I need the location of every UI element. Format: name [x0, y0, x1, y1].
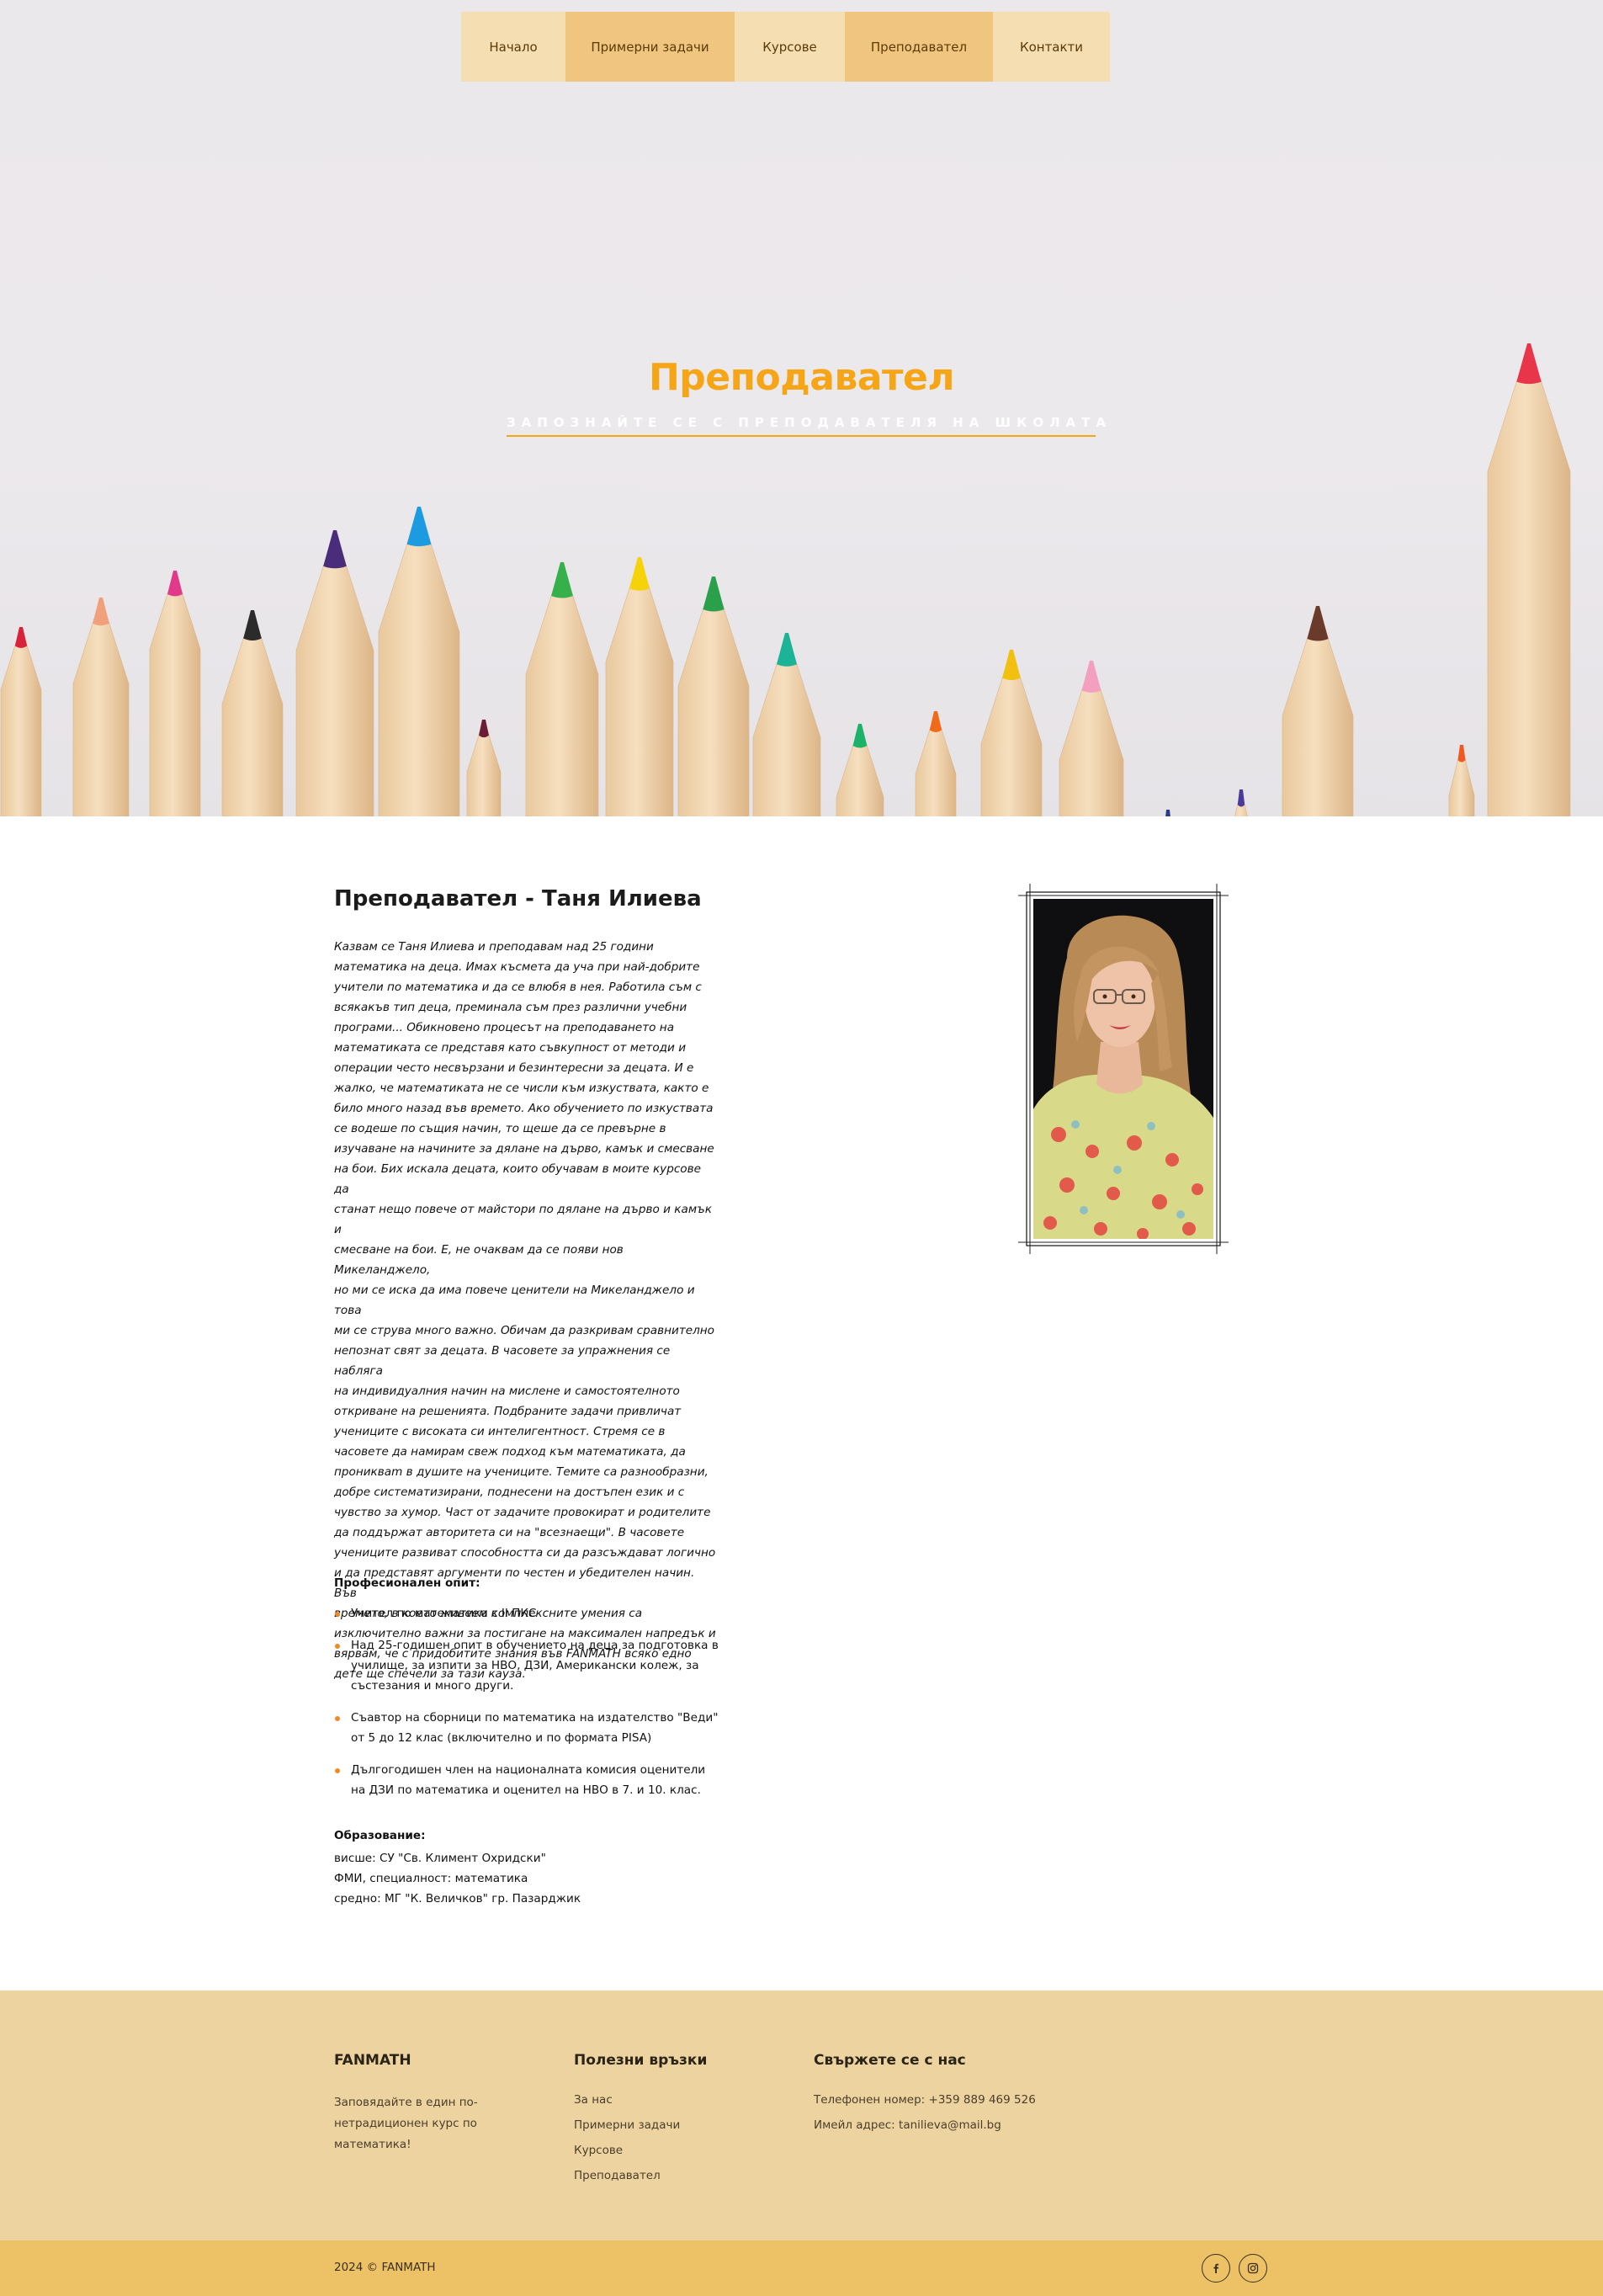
bio-line: жалко, че математиката не се числи към и… [334, 1082, 709, 1095]
education-line: висше: СУ "Св. Климент Охридски" [334, 1852, 546, 1865]
footer-phone[interactable]: Телефонен номер: +359 889 469 526 [814, 2087, 1036, 2113]
bio-line: учениците развиват способността си да ра… [334, 1546, 716, 1560]
footer-email[interactable]: Имейл адрес: tanilieva@mail.bg [814, 2113, 1036, 2138]
footer-contact-title: Свържете се с нас [814, 2052, 966, 2069]
bio-line: Казвам се Таня Илиева и преподавам над 2… [334, 940, 654, 954]
experience-item: Дългогодишен член на националната комиси… [334, 1760, 721, 1800]
bio-line: математиката се представя като съвкупнос… [334, 1041, 687, 1055]
footer-bottom-bar: 2024 © FANMATH [0, 2240, 1603, 2296]
hero-banner: Начало Примерни задачи Курсове Преподава… [0, 0, 1603, 816]
education-heading: Образование: [334, 1829, 426, 1842]
pencils-background-image [0, 343, 1571, 816]
bio-line: операции често несвързани и безинтересни… [334, 1061, 694, 1075]
bio-line: да поддържат авторитета си на "всезнаещи… [334, 1526, 685, 1539]
footer-link-sample-problems[interactable]: Примерни задачи [574, 2113, 680, 2138]
bio-line: но ми се иска да има повече ценители на … [334, 1284, 695, 1317]
bio-line: часовете да намирам свеж подход към мате… [334, 1445, 686, 1459]
page-title: Преподавател [648, 356, 955, 399]
footer-links-title: Полезни връзки [574, 2052, 708, 2069]
teacher-photo-frame [1018, 884, 1229, 1254]
education-line: средно: МГ "К. Величков" гр. Пазарджик [334, 1892, 581, 1905]
bio-line: учениците с високата си интелигентност. … [334, 1425, 666, 1438]
bio-line: учители по математика и да се влюбя в не… [334, 981, 702, 994]
bullet-icon [335, 1644, 340, 1649]
nav-item-home[interactable]: Начало [461, 12, 565, 82]
footer-brand-line: математика! [334, 2138, 411, 2151]
teacher-photo [1033, 899, 1213, 1239]
bullet-icon [335, 1716, 340, 1721]
education-list: висше: СУ "Св. Климент Охридски" ФМИ, сп… [334, 1848, 581, 1909]
teacher-section: Преподавател - Таня Илиева Казвам се Тан… [0, 816, 1603, 1990]
experience-heading: Професионален опит: [334, 1576, 480, 1590]
footer-link-courses[interactable]: Курсове [574, 2138, 680, 2163]
facebook-icon [1213, 2263, 1219, 2273]
footer-link-about[interactable]: За нас [574, 2087, 680, 2113]
copyright-text: 2024 © FANMATH [334, 2261, 436, 2274]
bio-line: всякакъв тип деца, преминала съм през ра… [334, 1001, 687, 1014]
footer-brand-line: нетрадиционен курс по [334, 2117, 477, 2130]
bio-line: смесване на бои. Е, не очаквам да се поя… [334, 1243, 624, 1277]
bio-line: непознат свят за децата. В часовете за у… [334, 1344, 671, 1378]
bio-line: математика на деца. Имах късмета да уча … [334, 960, 700, 974]
bio-line: било много назад във времето. Ако обучен… [334, 1102, 714, 1115]
instagram-icon [1247, 2262, 1259, 2274]
footer-contact-info: Телефонен номер: +359 889 469 526 Имейл … [814, 2087, 1036, 2138]
nav-item-teacher[interactable]: Преподавател [845, 12, 993, 82]
bio-line: ми се струва много важно. Обичам да разк… [334, 1324, 714, 1337]
bio-line: се водеше по същия начин, то щеше да се … [334, 1122, 666, 1135]
footer-links-list: За нас Примерни задачи Курсове Преподава… [574, 2087, 680, 2188]
teacher-heading: Преподавател - Таня Илиева [334, 886, 702, 911]
experience-text: Над 25-годишен опит в обучението на деца… [351, 1639, 719, 1693]
bio-line: на бои. Бих искала децата, които обучава… [334, 1162, 702, 1196]
experience-text: Съавтор на сборници по математика на изд… [351, 1711, 719, 1745]
bullet-icon [335, 1612, 340, 1617]
bio-line: откриване на решенията. Подбраните задач… [334, 1405, 682, 1418]
footer-link-teacher[interactable]: Преподавател [574, 2163, 680, 2188]
nav-item-contacts[interactable]: Контакти [993, 12, 1110, 82]
facebook-link[interactable] [1202, 2254, 1230, 2283]
experience-item: Съавтор на сборници по математика на изд… [334, 1708, 721, 1748]
experience-item: Учител по математика с II ПКС [334, 1603, 721, 1624]
teacher-bio: Казвам се Таня Илиева и преподавам над 2… [334, 937, 717, 1684]
education-line: ФМИ, специалност: математика [334, 1872, 528, 1885]
main-navigation: Начало Примерни задачи Курсове Преподава… [461, 12, 1110, 82]
bio-line: изучаване на начините за дялане на дърво… [334, 1142, 714, 1156]
experience-text: Дългогодишен член на националната комиси… [351, 1763, 706, 1797]
footer-brand-line: Заповядайте в един по- [334, 2096, 478, 2109]
footer-brand-text: Заповядайте в един по- нетрадиционен кур… [334, 2092, 494, 2155]
nav-item-sample-problems[interactable]: Примерни задачи [565, 12, 735, 82]
bullet-icon [335, 1768, 340, 1773]
bio-line: чувство за хумор. Част от задачите прово… [334, 1506, 711, 1519]
footer-brand-title: FANMATH [334, 2052, 411, 2069]
nav-item-courses[interactable]: Курсове [735, 12, 845, 82]
bio-line: станат нещо повече от майстори по дялане… [334, 1203, 712, 1236]
instagram-link[interactable] [1239, 2254, 1267, 2283]
site-footer: FANMATH Заповядайте в един по- нетрадици… [0, 1990, 1603, 2240]
bio-line: на индивидуалния начин на мислене и само… [334, 1385, 680, 1398]
page-subtitle: ЗАПОЗНАЙТЕ СЕ С ПРЕПОДАВАТЕЛЯ НА ШКОЛАТА [507, 415, 1106, 437]
bio-line: програми... Обикновено процесът на препо… [334, 1021, 675, 1034]
bio-line: добре систематизирани, поднесени на дост… [334, 1485, 685, 1499]
experience-item: Над 25-годишен опит в обучението на деца… [334, 1635, 721, 1696]
experience-text: Учител по математика с II ПКС [351, 1607, 537, 1620]
experience-list: Учител по математика с II ПКС Над 25-год… [334, 1603, 721, 1812]
bio-line: проникваm в душите на учениците. Темите … [334, 1465, 709, 1479]
